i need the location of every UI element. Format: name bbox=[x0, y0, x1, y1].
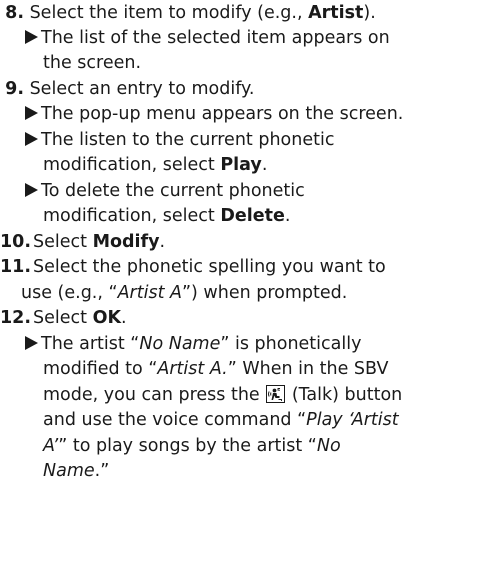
step-8: 8. Select the item to modify (e.g., Arti… bbox=[0, 0, 481, 26]
step-11: 11. Select the phonetic spelling you want… bbox=[0, 254, 481, 280]
step-9-bullet-3: To delete the current phonetic bbox=[25, 178, 481, 204]
step-text: Select an entry to modify. bbox=[29, 79, 255, 99]
step-text-end: . bbox=[159, 232, 166, 252]
bullet-text: The list of the selected item appears on bbox=[41, 28, 390, 48]
step-10: 10. Select Modify. bbox=[0, 229, 481, 255]
bullet-text: The listen to the current phonetic bbox=[41, 130, 335, 150]
step-number: 8. bbox=[5, 3, 24, 23]
bullet-text: modification, select bbox=[43, 155, 221, 175]
bullet-text: The artist “ bbox=[41, 334, 140, 354]
step-11-cont: use (e.g., “Artist A”) when prompted. bbox=[21, 280, 481, 306]
step-12-bullet-line-5: A’” to play songs by the artist “No bbox=[43, 433, 481, 459]
bullet-text-end: . bbox=[284, 206, 291, 226]
step-9-bullet-2: The listen to the current phonetic bbox=[25, 127, 481, 153]
step-12-bullet-line-2: modified to “Artist A.” When in the SBV bbox=[43, 356, 481, 382]
step-text: Select the item to modify (e.g., bbox=[29, 3, 309, 23]
item-name: Artist bbox=[308, 3, 364, 23]
phonetic-name: Artist A. bbox=[157, 359, 228, 379]
step-12-bullet: The artist “No Name” is phonetically bbox=[25, 331, 481, 357]
delete-label: Delete bbox=[220, 206, 285, 226]
step-9-bullet-1: The pop-up menu appears on the screen. bbox=[25, 101, 481, 127]
step-9: 9. Select an entry to modify. bbox=[0, 76, 481, 102]
artist-name-end: Name bbox=[43, 461, 95, 481]
bullet-text-end: .” bbox=[94, 461, 110, 481]
modify-label: Modify bbox=[92, 232, 160, 252]
triangle-bullet-icon bbox=[25, 106, 38, 120]
triangle-bullet-icon bbox=[25, 132, 38, 146]
triangle-bullet-icon bbox=[25, 336, 38, 350]
step-12: 12. Select OK. bbox=[0, 305, 481, 331]
bullet-text: the screen. bbox=[43, 53, 142, 73]
bullet-text: modified to “ bbox=[43, 359, 158, 379]
bullet-text: To delete the current phonetic bbox=[41, 181, 305, 201]
step-text: Select bbox=[33, 308, 93, 328]
step-number: 11. bbox=[0, 257, 32, 277]
step-number: 12. bbox=[0, 308, 32, 328]
step-text-end: . bbox=[121, 308, 127, 328]
step-12-bullet-line-4: and use the voice command “Play ‘Artist bbox=[43, 407, 481, 433]
step-text-end: ”) when prompted. bbox=[181, 283, 348, 303]
bullet-text: (Talk) button bbox=[286, 385, 403, 405]
step-text-end: ). bbox=[363, 3, 376, 23]
bullet-text: The pop-up menu appears on the screen. bbox=[41, 104, 404, 124]
step-8-bullet-cont: the screen. bbox=[43, 50, 481, 76]
artist-name: No Name bbox=[139, 334, 221, 354]
step-12-bullet-line-3: mode, you can press the (Talk) button bbox=[43, 382, 481, 408]
artist-name: No bbox=[316, 436, 341, 456]
voice-command-end: A’ bbox=[43, 436, 59, 456]
bullet-text: mode, you can press the bbox=[43, 385, 266, 405]
step-9-bullet-2-cont: modification, select Play. bbox=[43, 152, 481, 178]
triangle-bullet-icon bbox=[25, 30, 38, 44]
triangle-bullet-icon bbox=[25, 183, 38, 197]
step-8-bullet: The list of the selected item appears on bbox=[25, 25, 481, 51]
ok-label: OK bbox=[92, 308, 121, 328]
voice-command: Play ‘Artist bbox=[306, 410, 399, 430]
step-number: 10. bbox=[0, 232, 32, 252]
step-9-bullet-3-cont: modification, select Delete. bbox=[43, 203, 481, 229]
step-text: Select the phonetic spelling you want to bbox=[33, 257, 386, 277]
instruction-document: 8. Select the item to modify (e.g., Arti… bbox=[0, 0, 481, 579]
talk-button-icon bbox=[266, 385, 286, 403]
step-text: use (e.g., “ bbox=[21, 283, 118, 303]
play-label: Play bbox=[220, 155, 262, 175]
bullet-text: ” When in the SBV bbox=[227, 359, 389, 379]
step-text: Select bbox=[33, 232, 93, 252]
step-number: 9. bbox=[5, 79, 24, 99]
bullet-text: ” to play songs by the artist “ bbox=[58, 436, 317, 456]
example-name: Artist A bbox=[117, 283, 182, 303]
bullet-text: and use the voice command “ bbox=[43, 410, 307, 430]
bullet-text: modification, select bbox=[43, 206, 221, 226]
bullet-text: ” is phonetically bbox=[220, 334, 362, 354]
bullet-text-end: . bbox=[261, 155, 268, 175]
step-12-bullet-line-6: Name.” bbox=[43, 458, 481, 484]
